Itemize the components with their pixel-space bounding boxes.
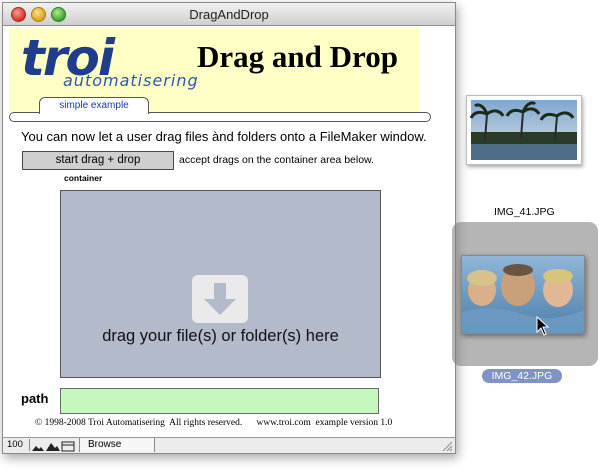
zoom-level[interactable]: 100 [7,439,30,451]
drop-instruction-text: drag your file(s) or folder(s) here [102,327,339,345]
drop-container-field[interactable]: drag your file(s) or folder(s) here [60,190,381,378]
family-pool-photo-icon [462,256,584,333]
title-bar[interactable]: DragAndDrop [3,3,455,26]
file-icon-img-42[interactable] [461,255,585,334]
status-bar-icons [31,439,75,452]
resize-grip-icon[interactable] [442,441,453,452]
mode-selector[interactable]: Browse [79,438,155,452]
status-bar: 100 Browse [3,437,455,453]
copyright-footer: © 1998-2008 Troi Automatisering All righ… [35,418,393,428]
path-label: path [21,391,49,406]
download-arrow-icon [192,275,248,323]
file-name-img-42[interactable]: IMG_42.JPG [482,369,562,383]
zoom-mountains-icon[interactable] [31,440,75,452]
accept-drags-note: accept drags on the container area below… [179,154,374,166]
start-drag-drop-button[interactable]: start drag + drop [22,151,174,170]
file-name-img-41[interactable]: IMG_41.JPG [494,206,555,218]
troi-logo-subtitle: automatisering [63,71,199,90]
path-field[interactable] [60,388,379,414]
mouse-cursor-icon [536,316,550,336]
intro-text: You can now let a user drag files ànd fo… [21,129,427,144]
file-icon-img-41[interactable] [466,95,582,165]
page-title: Drag and Drop [197,39,398,74]
tab-simple-example[interactable]: simple example [39,97,149,114]
palm-beach-photo-icon [469,100,577,160]
window-title: DragAndDrop [189,7,269,22]
filemaker-window: DragAndDrop troi automatisering Drag and… [2,2,456,454]
container-field-label: container [64,173,103,183]
